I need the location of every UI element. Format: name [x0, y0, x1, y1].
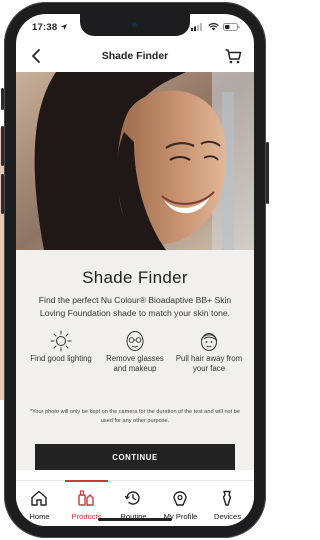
- front-camera: [132, 22, 137, 27]
- page-title: Shade Finder: [101, 50, 169, 62]
- tab-label-devices: Devices: [213, 512, 241, 521]
- card-description: Find the perfect Nu Colour® Bioadaptive …: [38, 295, 232, 318]
- shade-finder-card: Shade Finder Find the perfect Nu Colour®…: [16, 250, 254, 470]
- hero-photo: [16, 72, 254, 250]
- privacy-note: *Your photo will only be kept on the cam…: [30, 409, 240, 424]
- smiling-woman-photo: [16, 72, 254, 250]
- mute-switch: [1, 88, 4, 110]
- cellular-signal-icon: [191, 23, 202, 31]
- tip-label-lighting: Find good lighting: [30, 354, 92, 363]
- profile-icon: [173, 491, 187, 506]
- continue-button[interactable]: CONTINUE: [35, 444, 235, 470]
- location-arrow-icon: [61, 24, 67, 30]
- devices-icon: [222, 490, 232, 506]
- shopping-cart-icon[interactable]: [224, 47, 242, 65]
- status-time: 17:38: [32, 22, 58, 33]
- power-button: [266, 142, 269, 204]
- tip-label-glasses: Remove glasses and makeup: [106, 354, 164, 373]
- battery-icon: [223, 23, 240, 31]
- sun-icon: [50, 330, 72, 352]
- face-hair-icon: [201, 333, 218, 351]
- system-icons: [191, 23, 240, 31]
- routine-clock-icon: [124, 491, 140, 505]
- home-indicator: [98, 518, 172, 521]
- tab-home[interactable]: Home: [16, 481, 63, 526]
- tip-label-hair: Pull hair away from your face: [175, 354, 243, 373]
- tip-glasses: Remove glasses and makeup: [100, 330, 170, 374]
- home-icon: [31, 490, 47, 506]
- wifi-icon: [208, 23, 219, 31]
- tip-lighting: Find good lighting: [26, 330, 96, 364]
- notch: [80, 14, 190, 36]
- phone-frame: 17:38 Shade Finder Shade Finder Find the…: [1, 2, 269, 538]
- tab-devices[interactable]: Devices: [204, 481, 251, 526]
- card-title: Shade Finder: [82, 268, 188, 287]
- products-icon: [78, 490, 94, 506]
- tip-hair: Pull hair away from your face: [174, 330, 244, 374]
- face-glasses-icon: [126, 331, 144, 351]
- volume-up-button: [1, 126, 4, 166]
- app-header: Shade Finder: [16, 42, 254, 72]
- tips-row: Find good lighting Remove glasses and ma…: [16, 330, 254, 390]
- active-tab-indicator: [65, 480, 108, 482]
- volume-down-button: [1, 174, 4, 214]
- app-screen: 17:38 Shade Finder Shade Finder Find the…: [16, 14, 254, 526]
